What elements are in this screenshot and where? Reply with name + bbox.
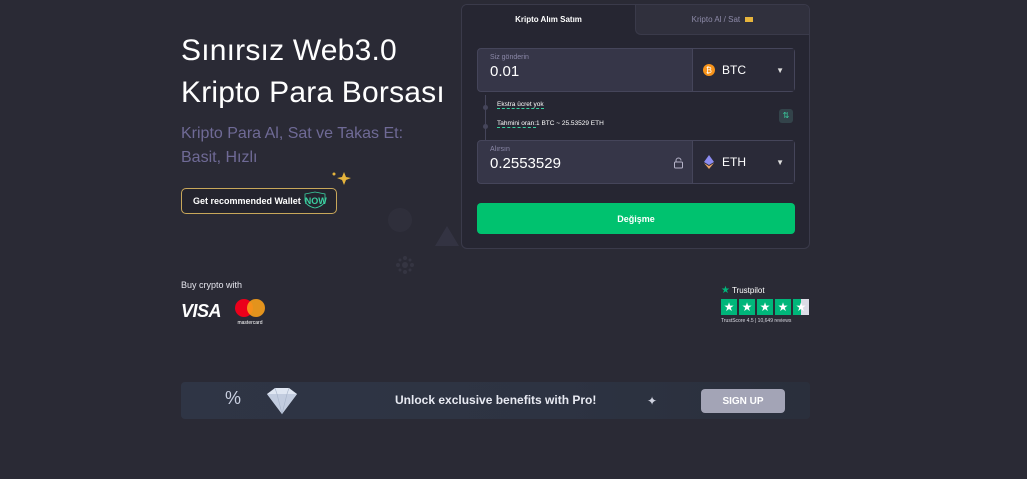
star-icon: ★ xyxy=(757,299,773,315)
send-label: Siz gönderin xyxy=(490,54,529,61)
no-extra-fee-note[interactable]: Ekstra ücret yok xyxy=(497,101,544,109)
get-recommended-wallet-button[interactable]: Get recommended Wallet NOW xyxy=(181,188,337,214)
trustpilot-widget[interactable]: ★ Trustpilot ★ ★ ★ ★ ★ TrustScore 4.5 | … xyxy=(721,285,809,324)
receive-amount: 0.2553529 xyxy=(490,155,561,172)
star-icon: ★ xyxy=(739,299,755,315)
send-field: Siz gönderin 0.01 ₿ BTC ▼ xyxy=(477,48,795,92)
star-icon: ★ xyxy=(775,299,791,315)
sign-up-button[interactable]: SIGN UP xyxy=(701,389,785,413)
star-icon: ★ xyxy=(721,299,737,315)
rate-label[interactable]: Tahmini oran: xyxy=(497,120,537,128)
hero-subtitle: Kripto Para Al, Sat ve Takas Et: Basit, … xyxy=(181,125,404,166)
percent-icon: % xyxy=(225,388,242,408)
wallet-button-label: Get recommended Wallet xyxy=(193,196,301,206)
lock-icon[interactable] xyxy=(673,157,684,172)
receive-label: Alırsın xyxy=(490,146,510,153)
trustscore-text: TrustScore 4.5 | 10,649 reviews xyxy=(721,318,792,324)
page-title: Sınırsız Web3.0 Kripto Para Borsası xyxy=(181,30,445,114)
exchange-panel: Kripto Alım Satım Kripto Al / Sat Siz gö… xyxy=(461,4,810,249)
svg-text:mastercard: mastercard xyxy=(237,320,262,326)
receive-coin-label: ETH xyxy=(722,155,746,169)
sparkle-icon: ✦ xyxy=(647,394,658,408)
promo-text: Unlock exclusive benefits with Pro! xyxy=(395,393,597,407)
ethereum-icon xyxy=(703,155,715,169)
send-amount-input[interactable]: 0.01 xyxy=(490,63,680,80)
card-icon xyxy=(745,17,754,23)
trustpilot-stars: ★ ★ ★ ★ ★ xyxy=(721,299,809,315)
trustpilot-brand: Trustpilot xyxy=(731,286,765,295)
background-cardano-icon xyxy=(390,250,420,285)
exchange-submit-button[interactable]: Değişme xyxy=(477,203,795,234)
background-triangle-icon xyxy=(432,222,462,257)
timeline-dot xyxy=(483,124,488,129)
now-badge: NOW xyxy=(304,191,327,209)
trustpilot-star-icon: ★ xyxy=(721,285,730,296)
receive-coin-select[interactable]: ETH ▼ xyxy=(692,141,794,183)
pro-promo-banner: % Unlock exclusive benefits with Pro! ✦ … xyxy=(181,382,810,419)
title-line-2: Kripto Para Borsası xyxy=(181,76,445,109)
background-coin-icon xyxy=(380,200,420,245)
tab-crypto-exchange[interactable]: Kripto Alım Satım xyxy=(462,5,635,35)
chevron-down-icon: ▼ xyxy=(776,157,784,167)
chevron-down-icon: ▼ xyxy=(776,65,784,75)
mastercard-logo: mastercard xyxy=(232,298,268,326)
visa-logo: VISA xyxy=(181,301,222,321)
tab-buy-sell-crypto[interactable]: Kripto Al / Sat xyxy=(635,5,809,35)
title-line-1: Sınırsız Web3.0 xyxy=(181,34,397,67)
receive-field: Alırsın 0.2553529 ETH ▼ xyxy=(477,140,795,184)
send-coin-select[interactable]: ₿ BTC ▼ xyxy=(692,49,794,91)
exchange-tabs: Kripto Alım Satım Kripto Al / Sat xyxy=(462,5,809,35)
swap-direction-icon[interactable]: ⇅ xyxy=(779,109,793,123)
bitcoin-icon: ₿ xyxy=(703,64,715,76)
estimated-rate: Tahmini oran:1 BTC ~ 25.53529 ETH xyxy=(497,120,604,128)
send-coin-label: BTC xyxy=(722,63,746,77)
buy-crypto-label: Buy crypto with xyxy=(181,280,243,290)
rate-value: 1 BTC ~ 25.53529 ETH xyxy=(536,120,604,127)
timeline-dot xyxy=(483,105,488,110)
half-star-icon: ★ xyxy=(793,299,809,315)
timeline-line xyxy=(483,95,488,141)
diamond-icon xyxy=(259,386,305,419)
